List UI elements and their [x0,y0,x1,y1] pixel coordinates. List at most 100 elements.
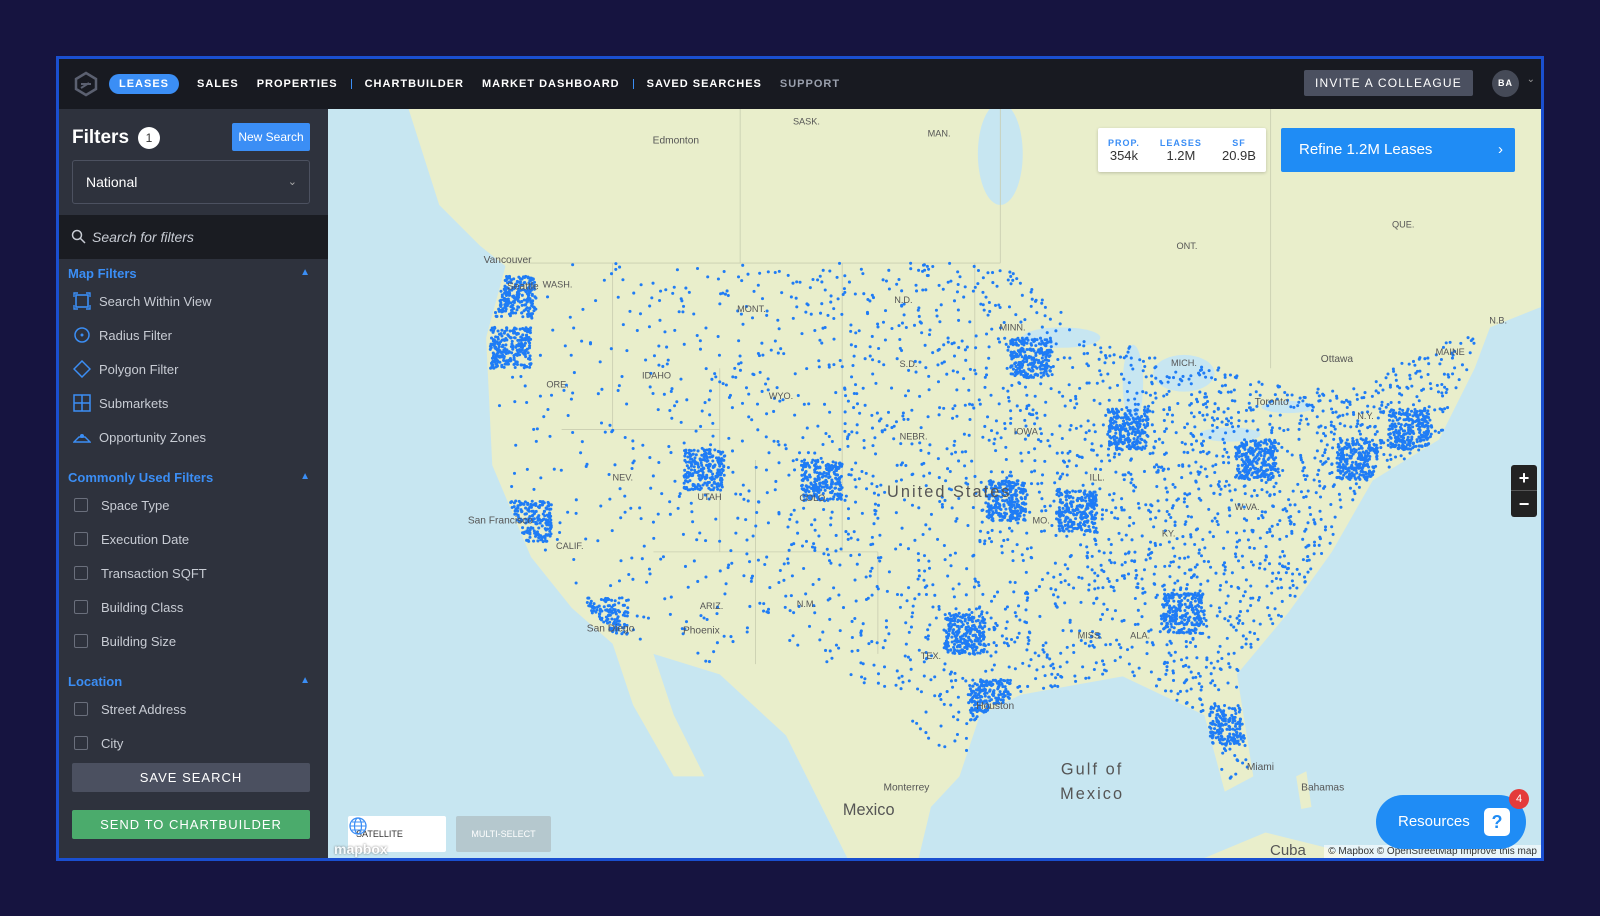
filter-building-size[interactable]: Building Size [72,631,176,651]
lease-dot[interactable] [780,291,784,295]
nav-saved-searches[interactable]: SAVED SEARCHES [647,78,762,90]
lease-dot[interactable] [936,537,940,541]
lease-dot[interactable] [1260,382,1264,386]
lease-dot[interactable] [1101,379,1105,383]
lease-dot[interactable] [1111,498,1115,502]
lease-dot[interactable] [1290,393,1294,397]
lease-dot[interactable] [693,470,697,474]
lease-dot[interactable] [1228,489,1232,493]
lease-dot[interactable] [1441,394,1445,398]
lease-dot[interactable] [843,274,847,278]
lease-dot[interactable] [1238,470,1242,474]
lease-dot[interactable] [1346,469,1350,473]
lease-dot[interactable] [1069,554,1073,558]
lease-dot[interactable] [927,388,931,392]
lease-dot[interactable] [830,440,834,444]
lease-dot[interactable] [710,377,714,381]
lease-dot[interactable] [836,297,840,301]
lease-dot[interactable] [998,514,1002,518]
new-search-button[interactable]: New Search [232,123,310,151]
lease-dot[interactable] [1351,436,1355,441]
lease-dot[interactable] [978,538,982,542]
lease-dot[interactable] [1025,531,1029,535]
lease-dot[interactable] [942,544,946,548]
lease-dot[interactable] [522,344,526,348]
lease-dot[interactable] [1170,420,1174,424]
lease-dot[interactable] [986,415,990,419]
lease-dot[interactable] [1413,411,1417,415]
lease-dot[interactable] [740,279,744,283]
lease-dot[interactable] [927,451,931,455]
lease-dot[interactable] [1293,594,1297,598]
lease-dot[interactable] [673,479,677,483]
lease-dot[interactable] [899,687,903,691]
lease-dot[interactable] [546,504,550,508]
lease-dot[interactable] [1293,503,1297,507]
lease-dot[interactable] [1230,571,1234,575]
lease-dot[interactable] [1074,517,1078,521]
lease-dot[interactable] [821,460,825,464]
lease-dot[interactable] [539,538,543,542]
lease-dot[interactable] [871,358,875,362]
lease-dot[interactable] [904,325,908,330]
lease-dot[interactable] [1270,579,1274,583]
lease-dot[interactable] [1280,599,1284,603]
lease-dot[interactable] [1025,648,1029,652]
lease-dot[interactable] [1279,577,1283,581]
lease-dot[interactable] [1211,464,1215,468]
lease-dot[interactable] [1283,565,1287,569]
lease-dot[interactable] [1034,677,1038,681]
lease-dot[interactable] [926,415,930,419]
lease-dot[interactable] [971,620,975,624]
lease-dot[interactable] [1009,409,1013,413]
lease-dot[interactable] [937,743,941,747]
lease-dot[interactable] [812,542,816,546]
lease-dot[interactable] [1268,445,1272,449]
lease-dot[interactable] [1224,601,1228,605]
lease-dot[interactable] [1109,436,1113,440]
lease-dot[interactable] [1118,398,1122,402]
lease-dot[interactable] [953,551,957,555]
lease-dot[interactable] [1218,667,1222,671]
lease-dot[interactable] [1132,674,1136,678]
lease-dot[interactable] [1042,529,1047,533]
lease-dot[interactable] [1149,551,1153,555]
lease-dot[interactable] [1099,617,1103,622]
lease-dot[interactable] [906,417,910,421]
lease-dot[interactable] [1122,356,1126,360]
lease-dot[interactable] [1201,439,1206,443]
lease-dot[interactable] [1345,405,1349,410]
lease-dot[interactable] [756,428,760,432]
lease-dot[interactable] [1178,588,1182,592]
lease-dot[interactable] [952,354,957,358]
lease-dot[interactable] [928,623,932,627]
lease-dot[interactable] [1203,392,1207,396]
lease-dot[interactable] [1224,580,1228,584]
lease-dot[interactable] [619,516,623,520]
filter-building-class[interactable]: Building Class [72,597,183,617]
lease-dot[interactable] [491,330,495,334]
lease-dot[interactable] [1329,502,1333,507]
lease-dot[interactable] [750,418,754,422]
lease-dot[interactable] [1093,571,1097,575]
lease-dot[interactable] [885,589,889,593]
lease-dot[interactable] [1058,322,1062,326]
lease-dot[interactable] [1084,528,1089,532]
lease-dot[interactable] [827,435,831,439]
lease-dot[interactable] [1002,504,1006,508]
lease-dot[interactable] [1071,365,1075,370]
lease-dot[interactable] [1249,645,1253,649]
lease-dot[interactable] [957,346,961,350]
lease-dot[interactable] [911,719,915,723]
lease-dot[interactable] [1413,363,1417,367]
lease-dot[interactable] [1162,662,1166,666]
lease-dot[interactable] [1241,594,1246,598]
lease-dot[interactable] [661,555,665,559]
lease-dot[interactable] [1213,683,1217,687]
lease-dot[interactable] [786,561,790,565]
lease-dot[interactable] [627,572,631,577]
lease-dot[interactable] [1256,637,1260,641]
lease-dot[interactable] [1394,443,1398,447]
lease-dot[interactable] [552,467,556,471]
lease-dot[interactable] [783,605,787,609]
